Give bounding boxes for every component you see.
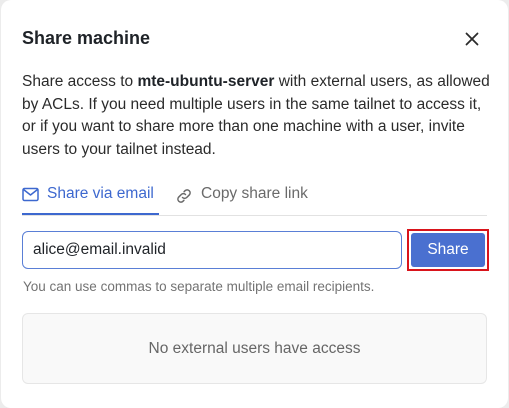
email-input[interactable]: [22, 231, 402, 269]
tab-link-label: Copy share link: [201, 185, 308, 202]
empty-state-text: No external users have access: [148, 339, 361, 357]
share-button[interactable]: Share: [411, 233, 485, 267]
link-icon: [175, 187, 193, 205]
mail-icon: [22, 187, 39, 202]
dialog-description: Share access to mte-ubuntu-server with e…: [22, 71, 492, 161]
dialog-title: Share machine: [22, 28, 151, 48]
tab-copy-share-link[interactable]: Copy share link: [175, 185, 308, 215]
email-hint: You can use commas to separate multiple …: [23, 279, 375, 294]
share-button-highlight: Share: [407, 229, 489, 271]
tab-email-label: Share via email: [47, 185, 154, 202]
shared-users-empty-state: No external users have access: [22, 313, 487, 384]
close-button[interactable]: [460, 27, 484, 51]
machine-name: mte-ubuntu-server: [137, 73, 275, 90]
close-icon: [465, 32, 479, 46]
description-prefix: Share access to: [22, 73, 138, 90]
share-tabs: Share via email Copy share link: [22, 185, 487, 216]
tab-share-via-email[interactable]: Share via email: [22, 185, 159, 215]
share-machine-dialog: Share machine Share access to mte-ubuntu…: [1, 0, 508, 408]
